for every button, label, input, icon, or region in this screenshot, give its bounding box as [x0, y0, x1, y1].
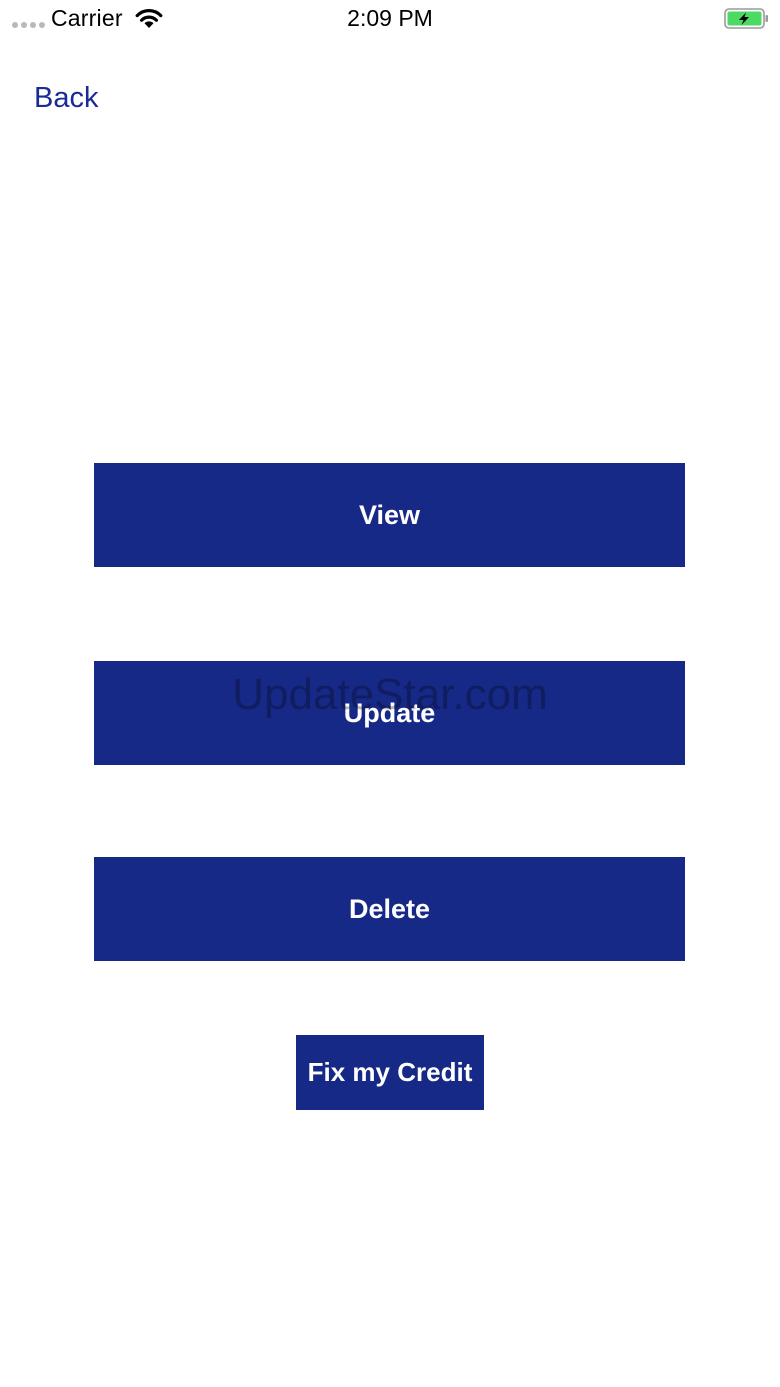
battery-charging-icon: [724, 8, 768, 29]
update-button-label: Update: [343, 697, 436, 728]
fix-my-credit-label: Fix my Credit: [307, 1057, 473, 1087]
delete-button[interactable]: Delete: [94, 857, 685, 961]
app-screen: Carrier 2:09 PM Back View Update Delete …: [0, 0, 780, 1387]
view-button-label: View: [358, 499, 421, 530]
update-button[interactable]: Update: [94, 661, 685, 765]
status-bar: Carrier 2:09 PM: [0, 0, 780, 40]
back-button[interactable]: Back: [34, 82, 98, 115]
fix-my-credit-button[interactable]: Fix my Credit: [296, 1035, 484, 1110]
view-button[interactable]: View: [94, 463, 685, 567]
delete-button-label: Delete: [348, 893, 431, 924]
status-time: 2:09 PM: [347, 5, 433, 31]
